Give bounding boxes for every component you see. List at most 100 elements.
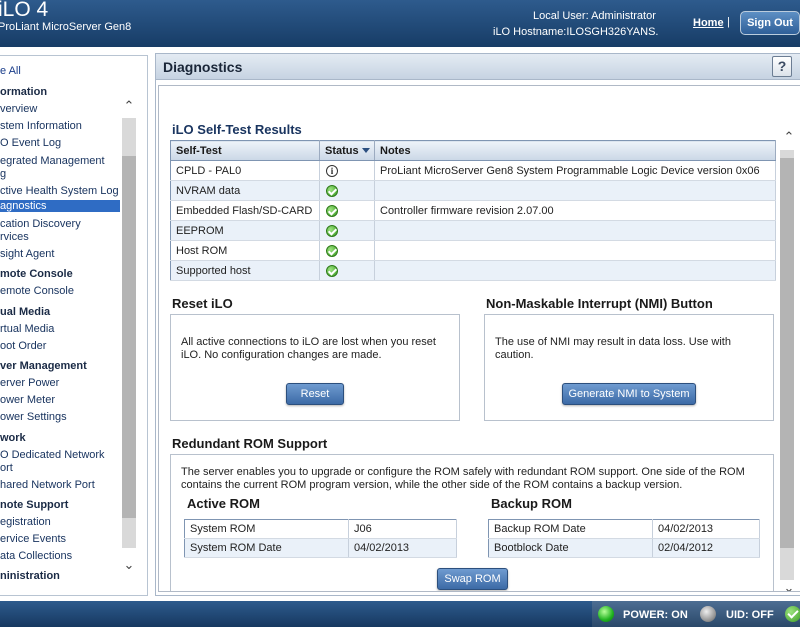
content-scrollbar[interactable]: ⌃ ⌄: [777, 126, 798, 592]
uid-status: UID: OFF: [726, 609, 774, 621]
sidebar-item[interactable]: ower Settings: [0, 411, 67, 423]
table-row: Bootblock Date 02/04/2012: [488, 538, 760, 558]
ok-icon: [326, 264, 338, 277]
sidebar-item[interactable]: ervice Events: [0, 533, 66, 545]
sidebar-section-header[interactable]: ver Management: [0, 360, 87, 372]
sort-desc-icon[interactable]: [361, 147, 370, 153]
redundant-rom-description: The server enables you to upgrade or con…: [181, 466, 745, 491]
scrollbar-thumb[interactable]: [780, 158, 794, 548]
rom-field-value: 04/02/2013: [348, 538, 457, 558]
self-test-status: [319, 260, 375, 281]
sidebar-section-header[interactable]: note Support: [0, 499, 68, 511]
sidebar-item[interactable]: O Dedicated Network: [0, 449, 105, 461]
column-header-status[interactable]: Status: [319, 140, 375, 161]
sidebar-item[interactable]: ctive Health System Log: [0, 185, 119, 197]
status-footer: POWER: ON UID: OFF: [0, 601, 800, 627]
self-test-status: i: [319, 160, 375, 181]
diagnostics-panel: Diagnostics ? iLO Self-Test Results Self…: [155, 53, 800, 596]
sidebar-item[interactable]: erver Power: [0, 377, 59, 389]
sidebar-item[interactable]: agnostics: [0, 200, 120, 212]
redundant-rom-box: The server enables you to upgrade or con…: [170, 454, 774, 591]
rom-field-label: Backup ROM Date: [488, 519, 653, 539]
self-test-status: [319, 200, 375, 221]
redundant-rom-title: Redundant ROM Support: [172, 436, 328, 451]
panel-header: Diagnostics ?: [156, 54, 800, 80]
table-row: Embedded Flash/SD-CARD Controller firmwar…: [170, 200, 776, 221]
self-test-name: Host ROM: [170, 240, 320, 261]
sidebar-item[interactable]: ort: [0, 462, 13, 474]
sidebar-item[interactable]: rtual Media: [0, 323, 54, 335]
rom-field-label: System ROM: [184, 519, 349, 539]
reset-button[interactable]: Reset: [286, 383, 344, 405]
nmi-description: The use of NMI may result in data loss. …: [495, 336, 731, 361]
sidebar-item[interactable]: stem Information: [0, 120, 82, 132]
self-test-notes: ProLiant MicroServer Gen8 System Program…: [374, 160, 776, 181]
table-row: EEPROM: [170, 220, 776, 241]
self-test-name: CPLD - PAL0: [170, 160, 320, 181]
backup-rom-table: Backup ROM Date 04/02/2013 Bootblock Date 0…: [488, 519, 760, 558]
reset-ilo-description: All active connections to iLO are lost w…: [181, 336, 436, 361]
table-row: CPLD - PAL0 i ProLiant MicroServer Gen8 Sy…: [170, 160, 776, 181]
sidebar-item[interactable]: e All: [0, 65, 21, 77]
sidebar-item[interactable]: cation Discovery: [0, 218, 81, 230]
column-header-self-test[interactable]: Self-Test: [170, 140, 320, 161]
sidebar-section-header[interactable]: ormation: [0, 86, 47, 98]
scroll-up-icon[interactable]: ⌃: [120, 99, 138, 113]
scroll-down-icon[interactable]: ⌄: [780, 581, 798, 592]
navigation-sidebar: e All ormation verview stem Information O Ev…: [0, 55, 148, 596]
sidebar-section-header[interactable]: mote Console: [0, 268, 73, 280]
swap-rom-button[interactable]: Swap ROM: [437, 568, 508, 590]
table-row: Backup ROM Date 04/02/2013: [488, 519, 760, 539]
ok-icon: [326, 204, 338, 217]
self-test-notes: [374, 240, 776, 261]
sidebar-item[interactable]: ower Meter: [0, 394, 55, 406]
reset-ilo-box: All active connections to iLO are lost w…: [170, 314, 460, 421]
ok-icon: [326, 224, 338, 237]
self-test-notes: Controller firmware revision 2.07.00: [374, 200, 776, 221]
sidebar-section-header[interactable]: work: [0, 432, 26, 444]
self-test-table: Self-Test Status Notes CPLD - PAL0 i ProLi…: [170, 140, 776, 281]
scrollbar-thumb[interactable]: [122, 156, 136, 518]
help-icon[interactable]: ?: [772, 56, 792, 77]
sidebar-item[interactable]: ata Collections: [0, 550, 72, 562]
sidebar-item[interactable]: hared Network Port: [0, 479, 95, 491]
rom-field-label: System ROM Date: [184, 538, 349, 558]
sidebar-section-header[interactable]: ual Media: [0, 306, 50, 318]
scroll-up-icon[interactable]: ⌃: [780, 130, 798, 144]
home-link[interactable]: Home: [693, 17, 724, 29]
table-row: NVRAM data: [170, 180, 776, 201]
rom-field-value: J06: [348, 519, 457, 539]
sidebar-item[interactable]: egistration: [0, 516, 51, 528]
health-ok-icon[interactable]: [785, 606, 800, 622]
rom-field-value: 04/02/2013: [652, 519, 760, 539]
generate-nmi-button[interactable]: Generate NMI to System: [562, 383, 696, 405]
self-test-status: [319, 240, 375, 261]
product-title: iLO 4: [0, 0, 49, 21]
reset-ilo-title: Reset iLO: [172, 296, 233, 311]
sidebar-item[interactable]: sight Agent: [0, 248, 54, 260]
power-led-icon: [598, 606, 614, 622]
self-test-status: [319, 180, 375, 201]
power-status: POWER: ON: [623, 609, 688, 621]
sign-out-button[interactable]: Sign Out: [740, 11, 800, 35]
nmi-title: Non-Maskable Interrupt (NMI) Button: [486, 296, 713, 311]
self-test-notes: [374, 180, 776, 201]
table-row: System ROM Date 04/02/2013: [184, 538, 457, 558]
hostname-text: iLO Hostname:ILOSGH326YANS.: [493, 26, 659, 38]
sidebar-item[interactable]: O Event Log: [0, 137, 61, 149]
sidebar-item[interactable]: egrated Management: [0, 155, 105, 167]
sidebar-item[interactable]: verview: [0, 103, 37, 115]
self-test-title: iLO Self-Test Results: [172, 122, 302, 137]
sidebar-section-header[interactable]: ninistration: [0, 570, 60, 582]
sidebar-item[interactable]: rvices: [0, 231, 29, 243]
sidebar-item[interactable]: emote Console: [0, 285, 74, 297]
rom-field-value: 02/04/2012: [652, 538, 760, 558]
sidebar-scrollbar[interactable]: ⌃ ⌄: [120, 94, 138, 574]
self-test-name: NVRAM data: [170, 180, 320, 201]
sidebar-item[interactable]: oot Order: [0, 340, 46, 352]
sidebar-item[interactable]: g: [0, 168, 6, 180]
column-header-notes[interactable]: Notes: [374, 140, 776, 161]
server-model: ProLiant MicroServer Gen8: [0, 21, 132, 33]
scroll-down-icon[interactable]: ⌄: [120, 558, 138, 572]
uid-led-icon[interactable]: [700, 606, 716, 622]
